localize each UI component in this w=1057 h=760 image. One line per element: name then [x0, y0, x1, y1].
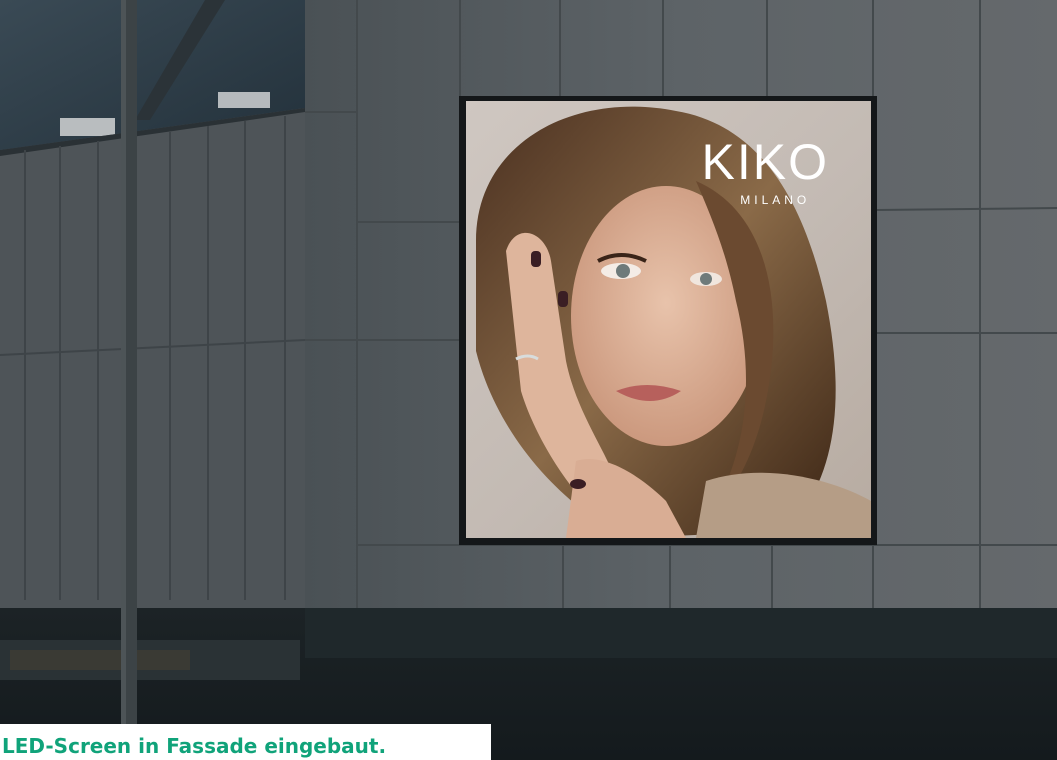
brand-subtitle: MILANO: [740, 193, 811, 207]
caption-text: LED-Screen in Fassade eingebaut.: [2, 734, 387, 758]
brand-name: KIKO: [701, 134, 829, 190]
photo-scene: KIKO MILANO LED-Screen in Fassade eingeb…: [0, 0, 1057, 760]
led-screen: KIKO MILANO: [466, 101, 871, 538]
brand-logo: KIKO MILANO: [702, 137, 829, 207]
caption-box: LED-Screen in Fassade eingebaut.: [0, 724, 491, 760]
